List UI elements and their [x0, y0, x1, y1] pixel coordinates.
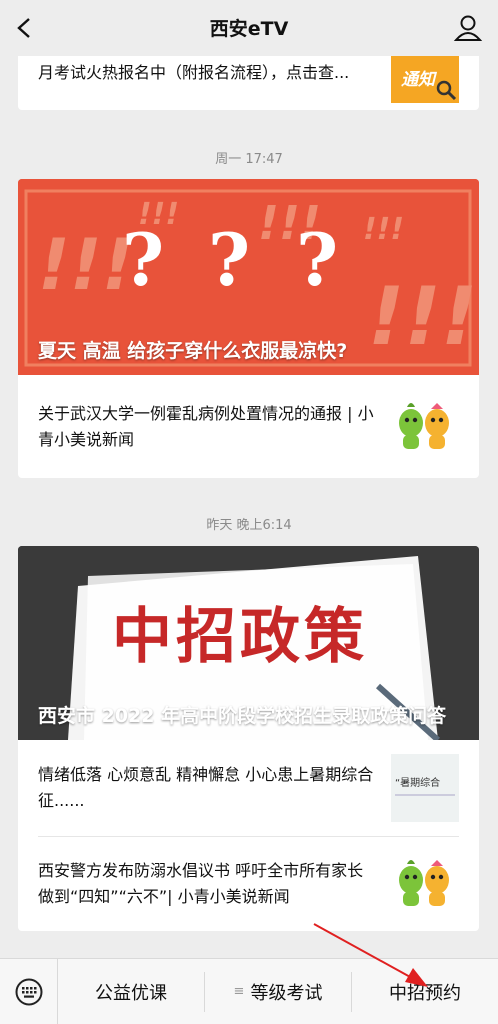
timestamp: 昨天 晚上6:14: [206, 518, 292, 533]
article-thumbnail: “暑期综合: [391, 754, 459, 822]
question-mark-1: ?: [122, 217, 165, 302]
policy-banner-text: 中招政策: [112, 602, 368, 672]
article-title: 情绪低落 心烦意乱 精神懈怠 小心患上暑期综合征......: [38, 765, 374, 810]
article-title: 关于武汉大学一例霍乱病例处置情况的通报 | 小青小美说新闻: [38, 403, 374, 449]
article-row[interactable]: 关于武汉大学一例霍乱病例处置情况的通报 | 小青小美说新闻: [18, 375, 479, 478]
article-card-summer[interactable]: !!! !!! !!! !!! !!! ? ? ? 夏天 高温 给孩子穿什么衣服…: [18, 179, 479, 478]
mascot-thumbnail: [391, 850, 459, 918]
article-card-policy[interactable]: 中招政策 西安市 2022 年高中阶段学校招生录取政策问答 情绪低落 心烦意乱 …: [18, 546, 479, 931]
article-title: 月考试火热报名中（附报名流程），点击查...: [38, 63, 350, 82]
bottom-menu: 公益优课 ≡ 等级考试 中招预约: [0, 958, 498, 1024]
question-mark-2: ?: [208, 217, 251, 302]
page-title: 西安eTV: [209, 18, 289, 40]
keyboard-toggle[interactable]: [0, 958, 58, 1024]
article-row[interactable]: 情绪低落 心烦意乱 精神懈怠 小心患上暑期综合征...... “暑期综合: [18, 740, 479, 836]
hero-caption: 西安市 2022 年高中阶段学校招生录取政策问答: [38, 705, 447, 727]
hero-article-summer[interactable]: !!! !!! !!! !!! !!! ? ? ? 夏天 高温 给孩子穿什么衣服…: [18, 179, 479, 375]
article-row[interactable]: 西安警方发布防溺水倡议书 呼吁全市所有家长做到“四知”“六不”| 小青小美说新闻: [18, 837, 479, 931]
notice-thumb-text: 通知: [401, 70, 435, 90]
thumb-text: “暑期综合: [395, 778, 441, 789]
magnifier-icon: [436, 80, 457, 101]
menu-item-grade-exam[interactable]: ≡ 等级考试: [205, 971, 352, 1012]
menu-item-label: 公益优课: [95, 982, 167, 1004]
timestamp: 周一 17:47: [215, 152, 283, 167]
article-feed[interactable]: 月考试火热报名中（附报名流程），点击查... 通知 周一 17:47 !!! !…: [0, 0, 498, 958]
menu-item-label: 中招预约: [389, 982, 461, 1004]
nav-header: 西安eTV: [0, 0, 498, 56]
submenu-icon: ≡: [233, 984, 245, 999]
hero-article-policy[interactable]: 中招政策 西安市 2022 年高中阶段学校招生录取政策问答: [18, 546, 479, 740]
mascot-icon: [399, 402, 449, 449]
svg-text:!!!: !!!: [363, 212, 404, 247]
question-mark-3: ?: [296, 217, 339, 302]
article-title: 西安警方发布防溺水倡议书 呼吁全市所有家长做到“四知”“六不”| 小青小美说新闻: [38, 861, 364, 906]
mascot-thumbnail: [391, 393, 459, 461]
menu-item-enrollment-booking[interactable]: 中招预约: [352, 972, 498, 1012]
keyboard-icon: [15, 978, 42, 1005]
menu-item-label: 等级考试: [250, 982, 323, 1004]
menu-item-public-course[interactable]: 公益优课: [58, 971, 205, 1012]
hero-caption: 夏天 高温 给孩子穿什么衣服最凉快?: [38, 340, 348, 362]
mascot-icon: [399, 860, 449, 906]
svg-text:!!!: !!!: [38, 224, 134, 306]
profile-icon[interactable]: [452, 12, 484, 44]
